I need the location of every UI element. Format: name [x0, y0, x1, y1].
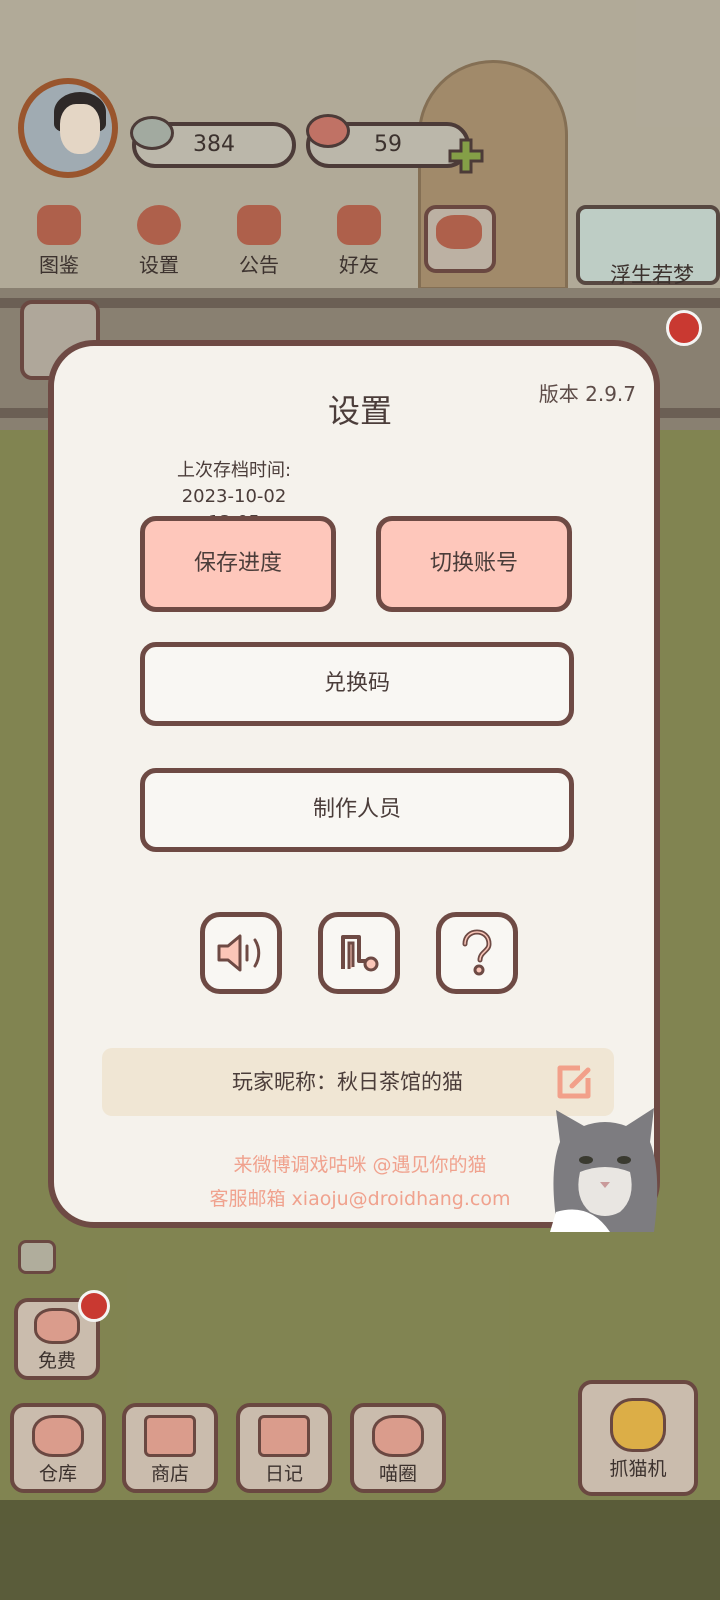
version-label: 版本 2.9.7 — [538, 382, 636, 406]
help-button[interactable] — [436, 912, 518, 994]
edit-icon[interactable] — [554, 1062, 594, 1107]
save-progress-button[interactable]: 保存进度 — [140, 516, 336, 612]
nickname-row: 玩家昵称：秋日茶馆的猫 — [102, 1048, 614, 1116]
music-note-icon — [341, 935, 379, 972]
last-save-label: 上次存档时间: — [176, 460, 292, 481]
redeem-code-button[interactable]: 兑换码 — [140, 642, 574, 726]
question-mark-icon — [462, 929, 492, 976]
nickname-text: 玩家昵称：秋日茶馆的猫 — [232, 1070, 463, 1094]
credits-button[interactable]: 制作人员 — [140, 768, 574, 852]
music-toggle-button[interactable] — [318, 912, 400, 994]
switch-account-button[interactable]: 切换账号 — [376, 516, 572, 612]
cat-peeking-image — [550, 1102, 660, 1232]
speaker-icon — [217, 934, 261, 972]
settings-dialog: 设置 版本 2.9.7 上次存档时间: 2023-10-02 13:05 保存进… — [48, 340, 660, 1232]
sound-toggle-button[interactable] — [200, 912, 282, 994]
